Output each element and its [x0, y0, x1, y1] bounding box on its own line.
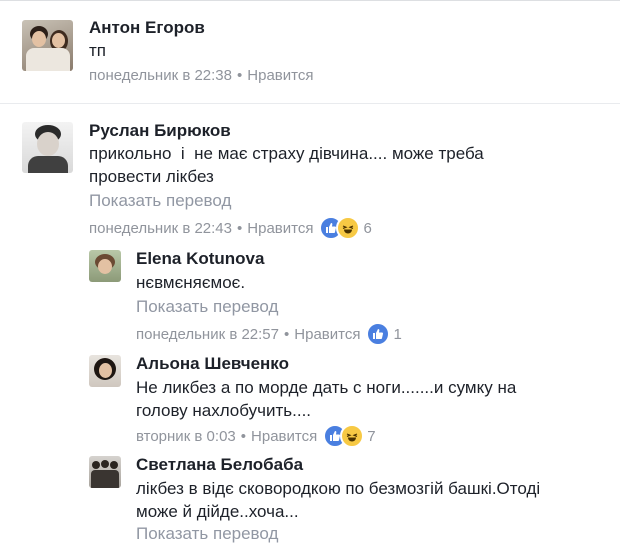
reaction-count: 7 [367, 427, 376, 445]
comment-meta: понедельник в 22:38 • Нравится [89, 67, 313, 84]
comment-text: тп [89, 41, 106, 60]
reply-author[interactable]: Elena Kotunova [136, 249, 264, 269]
reaction-count: 1 [393, 325, 402, 343]
reply-author[interactable]: Светлана Белобаба [136, 455, 303, 475]
reply-author[interactable]: Альона Шевченко [136, 354, 289, 374]
reply-timestamp[interactable]: вторник в 0:03 [136, 428, 236, 445]
comment-author[interactable]: Руслан Бирюков [89, 121, 231, 141]
separator: • [284, 325, 290, 343]
translate-link[interactable]: Показать перевод [136, 524, 278, 544]
reply-text-line: може й дійде..хоча... [136, 502, 299, 521]
reactions-summary[interactable]: 7 [323, 424, 376, 448]
reply-text-line: Не ликбез а по морде дать с ноги.......и… [136, 378, 517, 397]
translate-link[interactable]: Показать перевод [89, 191, 231, 211]
comment-timestamp[interactable]: понедельник в 22:43 [89, 220, 232, 237]
comment-author[interactable]: Антон Егоров [89, 18, 205, 38]
comment-divider [0, 103, 620, 104]
separator: • [237, 67, 243, 84]
avatar[interactable] [89, 355, 121, 387]
haha-reaction-icon [336, 216, 361, 240]
avatar[interactable] [89, 456, 121, 488]
reply-text-line: лікбез в відє сковородкою по безмозгій б… [136, 479, 541, 498]
comment-timestamp[interactable]: понедельник в 22:38 [89, 67, 232, 84]
like-link[interactable]: Нравится [251, 428, 317, 445]
haha-reaction-icon [340, 424, 365, 448]
separator: • [237, 219, 243, 237]
reply-text: нєвмєняємоє. [136, 273, 246, 292]
avatar[interactable] [89, 250, 121, 282]
comment-text-line: прикольно і не має страху дівчина.... мо… [89, 144, 484, 163]
like-reaction-icon [366, 322, 391, 346]
reply-meta: понедельник в 22:57 • Нравится 1 [136, 322, 402, 346]
reply-timestamp[interactable]: понедельник в 22:57 [136, 326, 279, 343]
reply-meta: вторник в 0:03 • Нравится 7 [136, 424, 376, 448]
reply-text-line: голову нахлобучить.... [136, 401, 312, 420]
separator: • [240, 427, 247, 445]
reactions-summary[interactable]: 1 [366, 322, 402, 346]
reactions-summary[interactable]: 6 [319, 216, 372, 240]
reaction-count: 6 [363, 219, 372, 237]
top-border [0, 0, 620, 1]
avatar[interactable] [22, 122, 73, 173]
comment-text-line: провести лікбез [89, 167, 214, 186]
translate-link[interactable]: Показать перевод [136, 297, 278, 317]
avatar[interactable] [22, 20, 73, 71]
like-link[interactable]: Нравится [247, 67, 313, 84]
like-link[interactable]: Нравится [247, 220, 313, 237]
like-link[interactable]: Нравится [294, 326, 360, 343]
comment-meta: понедельник в 22:43 • Нравится 6 [89, 216, 372, 240]
